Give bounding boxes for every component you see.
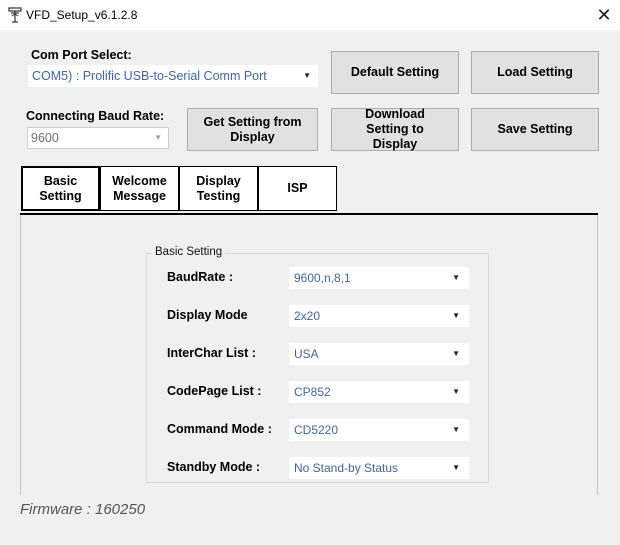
command-mode-value: CD5220 <box>294 423 339 437</box>
baud-rate-label: Connecting Baud Rate: <box>26 109 165 123</box>
chevron-down-icon: ▼ <box>452 349 460 358</box>
chevron-down-icon: ▼ <box>452 463 460 472</box>
save-setting-button[interactable]: Save Setting <box>471 108 599 151</box>
codepage-list-select[interactable]: CP852 ▼ <box>289 381 469 403</box>
baud-rate-select[interactable]: 9600 ▼ <box>27 127 169 149</box>
window-title: VFD_Setup_v6.1.2.8 <box>26 8 138 22</box>
codepage-list-label: CodePage List : <box>167 384 262 398</box>
baudrate-label: BaudRate : <box>167 270 233 284</box>
basic-setting-group: Basic Setting BaudRate : 9600,n,8,1 ▼ Di… <box>146 246 489 483</box>
tab-basic-setting[interactable]: Basic Setting <box>21 166 100 211</box>
chevron-down-icon: ▼ <box>452 387 460 396</box>
close-icon[interactable]: ✕ <box>588 0 620 30</box>
basic-setting-panel: Basic Setting BaudRate : 9600,n,8,1 ▼ Di… <box>20 215 598 495</box>
load-setting-button[interactable]: Load Setting <box>471 51 599 94</box>
display-mode-select[interactable]: 2x20 ▼ <box>289 305 469 327</box>
codepage-list-value: CP852 <box>294 385 331 399</box>
chevron-down-icon: ▼ <box>303 71 311 80</box>
download-setting-button[interactable]: Download Setting to Display <box>331 107 459 151</box>
command-mode-select[interactable]: CD5220 ▼ <box>289 419 469 441</box>
com-port-value: COM5) : Prolific USB-to-Serial Comm Port <box>32 69 267 83</box>
tab-isp[interactable]: ISP <box>258 166 337 211</box>
default-setting-button[interactable]: Default Setting <box>331 51 459 94</box>
group-title: Basic Setting <box>152 246 226 258</box>
command-mode-label: Command Mode : <box>167 422 272 436</box>
com-port-label: Com Port Select: <box>31 48 132 62</box>
interchar-list-value: USA <box>294 347 319 361</box>
firmware-version: Firmware : 160250 <box>20 501 146 518</box>
tab-welcome-message[interactable]: Welcome Message <box>100 166 179 211</box>
interchar-list-select[interactable]: USA ▼ <box>289 343 469 365</box>
standby-mode-select[interactable]: No Stand-by Status ▼ <box>289 457 469 479</box>
baudrate-select[interactable]: 9600,n,8,1 ▼ <box>289 267 469 289</box>
chevron-down-icon: ▼ <box>452 311 460 320</box>
antenna-app-icon <box>8 7 22 23</box>
baud-rate-value: 9600 <box>31 131 59 145</box>
title-bar: VFD_Setup_v6.1.2.8 ✕ <box>0 0 620 30</box>
display-mode-label: Display Mode <box>167 308 248 322</box>
interchar-list-label: InterChar List : <box>167 346 256 360</box>
standby-mode-value: No Stand-by Status <box>294 461 399 475</box>
app-window: VFD_Setup_v6.1.2.8 ✕ Com Port Select: CO… <box>0 0 620 545</box>
com-port-select[interactable]: COM5) : Prolific USB-to-Serial Comm Port… <box>28 65 318 87</box>
chevron-down-icon: ▼ <box>452 425 460 434</box>
display-mode-value: 2x20 <box>294 309 321 323</box>
chevron-down-icon: ▼ <box>452 273 460 282</box>
get-setting-button[interactable]: Get Setting from Display <box>187 108 318 151</box>
standby-mode-label: Standby Mode : <box>167 460 261 474</box>
chevron-down-icon: ▼ <box>154 133 162 142</box>
tab-display-testing[interactable]: Display Testing <box>179 166 258 211</box>
baudrate-value: 9600,n,8,1 <box>294 271 351 285</box>
